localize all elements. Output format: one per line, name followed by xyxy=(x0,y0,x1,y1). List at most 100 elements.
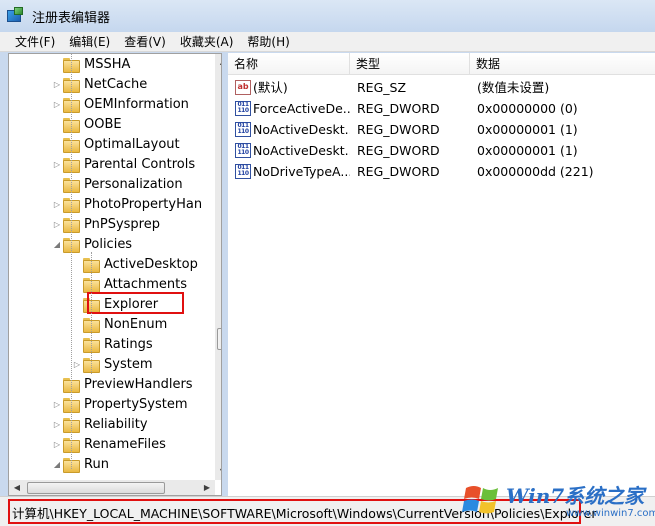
expand-arrow-icon[interactable]: ▷ xyxy=(71,360,83,369)
tree-item-label: Personalization xyxy=(84,176,183,192)
tree-item[interactable]: ▷ Reliability xyxy=(51,414,148,434)
tree-item-label: PreviewHandlers xyxy=(84,376,193,392)
tree-item-label: NetCache xyxy=(84,76,148,92)
value-type: REG_DWORD xyxy=(357,164,440,179)
registry-tree-pane[interactable]: MSSHA ▷ NetCache ▷ OEMInformation OOBE Optimal… xyxy=(8,53,222,496)
tree-item-label: ActiveDesktop xyxy=(104,256,198,272)
expand-arrow-icon[interactable]: ▷ xyxy=(51,100,63,109)
expand-arrow-icon[interactable]: ▷ xyxy=(51,200,63,209)
tree-horizontal-scrollbar[interactable]: ◀ ▶ xyxy=(9,480,215,495)
menu-help[interactable]: 帮助(H) xyxy=(240,33,296,50)
value-name: NoDriveTypeA... xyxy=(253,164,350,179)
tree-item-label: NonEnum xyxy=(104,316,168,332)
selected-key-highlight-box xyxy=(87,292,184,314)
string-value-icon: ab xyxy=(235,80,251,95)
title-bar: 注册表编辑器 xyxy=(0,0,655,32)
tree-item[interactable]: ◢ Run xyxy=(51,454,109,474)
expand-arrow-icon[interactable]: ▷ xyxy=(51,80,63,89)
value-row[interactable]: 011 110 NoDriveTypeA... REG_DWORD 0x000000d… xyxy=(228,161,655,182)
value-type: REG_DWORD xyxy=(357,101,440,116)
menu-bar: 文件(F) 编辑(E) 查看(V) 收藏夹(A) 帮助(H) xyxy=(0,32,655,52)
value-type: REG_DWORD xyxy=(357,122,440,137)
tree-item-label: Parental Controls xyxy=(84,156,196,172)
tree-item-label: Attachments xyxy=(104,276,187,292)
watermark-url: www.winwin7.com xyxy=(566,508,655,519)
watermark-brand: Win7系统之家 xyxy=(506,484,645,508)
window-title: 注册表编辑器 xyxy=(32,10,111,26)
tree-item[interactable]: ▷ RenameFiles xyxy=(51,434,166,454)
tree-item-label: System xyxy=(104,356,153,372)
tree-item[interactable]: ▷ PnPSysprep xyxy=(51,214,160,234)
menu-favorites[interactable]: 收藏夹(A) xyxy=(173,33,241,50)
expand-arrow-icon[interactable]: ▷ xyxy=(51,420,63,429)
value-name: ForceActiveDe... xyxy=(253,101,350,116)
tree-item[interactable]: ▷ NetCache xyxy=(51,74,147,94)
value-name: NoActiveDeskt... xyxy=(253,143,350,158)
tree-guide-line xyxy=(71,54,72,469)
tree-item[interactable]: ▷ System xyxy=(71,354,152,374)
value-row[interactable]: 011 110 NoActiveDeskt... REG_DWORD 0x000000… xyxy=(228,119,655,140)
tree-item-label: OOBE xyxy=(84,116,122,132)
expanded-arrow-icon[interactable]: ◢ xyxy=(51,460,63,469)
scroll-left-icon[interactable]: ◀ xyxy=(9,480,25,495)
tree-item[interactable]: MSSHA xyxy=(51,54,130,74)
expanded-arrow-icon[interactable]: ◢ xyxy=(51,240,63,249)
column-name[interactable]: 名称 xyxy=(228,53,350,75)
expand-arrow-icon[interactable]: ▷ xyxy=(51,220,63,229)
column-type[interactable]: 类型 xyxy=(350,53,470,75)
tree-item-label: PropertySystem xyxy=(84,396,188,412)
menu-file[interactable]: 文件(F) xyxy=(8,33,62,50)
tree-item[interactable]: OOBE xyxy=(51,114,122,134)
binary-value-icon: 011 110 xyxy=(235,122,251,137)
tree-item[interactable]: NonEnum xyxy=(71,314,167,334)
value-row[interactable]: ab (默认) REG_SZ (数值未设置) xyxy=(228,77,655,98)
scroll-up-icon[interactable]: ▲ xyxy=(215,54,221,70)
value-data: 0x00000001 (1) xyxy=(477,143,578,158)
value-row[interactable]: 011 110 NoActiveDeskt... REG_DWORD 0x000000… xyxy=(228,140,655,161)
value-type: REG_DWORD xyxy=(357,143,440,158)
windows-logo-icon xyxy=(462,486,498,514)
watermark: Win7系统之家 www.winwin7.com xyxy=(462,476,655,524)
tree-item-label: PnPSysprep xyxy=(84,216,160,232)
value-data: 0x00000000 (0) xyxy=(477,101,578,116)
expand-arrow-icon[interactable]: ▷ xyxy=(51,160,63,169)
scroll-down-icon[interactable]: ▼ xyxy=(215,464,221,480)
column-data[interactable]: 数据 xyxy=(470,53,655,75)
tree-vertical-scrollbar[interactable]: ▲ ▼ xyxy=(215,54,221,480)
tree-item-label: OEMInformation xyxy=(84,96,189,112)
tree-item-label: Ratings xyxy=(104,336,153,352)
tree-item[interactable]: ◢ Policies xyxy=(51,234,132,254)
value-name: (默认) xyxy=(253,80,288,95)
tree-item[interactable]: PreviewHandlers xyxy=(51,374,193,394)
tree-item-label: Policies xyxy=(84,236,133,252)
tree-item[interactable]: ▷ PhotoPropertyHan xyxy=(51,194,202,214)
values-list-pane[interactable]: 名称 类型 数据 ab (默认) REG_SZ (数值未设置) 011 110 Force… xyxy=(228,53,655,496)
tree-item-label: RenameFiles xyxy=(84,436,166,452)
tree-item-label: OptimalLayout xyxy=(84,136,180,152)
value-type: REG_SZ xyxy=(357,80,407,95)
scroll-right-icon[interactable]: ▶ xyxy=(199,480,215,495)
menu-edit[interactable]: 编辑(E) xyxy=(62,33,117,50)
menu-view[interactable]: 查看(V) xyxy=(117,33,173,50)
binary-value-icon: 011 110 xyxy=(235,101,251,116)
tree-item-label: MSSHA xyxy=(84,56,131,72)
tree-item[interactable]: Attachments xyxy=(71,274,187,294)
expand-arrow-icon[interactable]: ▷ xyxy=(51,400,63,409)
binary-value-icon: 011 110 xyxy=(235,143,251,158)
value-data: (数值未设置) xyxy=(477,80,550,95)
tree-guide-line xyxy=(91,252,92,374)
value-data: 0x00000001 (1) xyxy=(477,122,578,137)
value-row[interactable]: 011 110 ForceActiveDe... REG_DWORD 0x000000… xyxy=(228,98,655,119)
tree-vertical-scroll-thumb[interactable] xyxy=(217,328,221,350)
tree-item[interactable]: Ratings xyxy=(71,334,153,354)
tree-item[interactable]: ▷ Parental Controls xyxy=(51,154,195,174)
expand-arrow-icon[interactable]: ▷ xyxy=(51,440,63,449)
binary-value-icon: 011 110 xyxy=(235,164,251,179)
tree-item-label: Run xyxy=(84,456,109,472)
registry-editor-icon xyxy=(6,7,24,25)
tree-item-label: PhotoPropertyHan xyxy=(84,196,203,212)
tree-item-label: Reliability xyxy=(84,416,148,432)
value-name: NoActiveDeskt... xyxy=(253,122,350,137)
list-header: 名称 类型 数据 xyxy=(228,53,655,75)
tree-horizontal-scroll-thumb[interactable] xyxy=(27,482,165,494)
